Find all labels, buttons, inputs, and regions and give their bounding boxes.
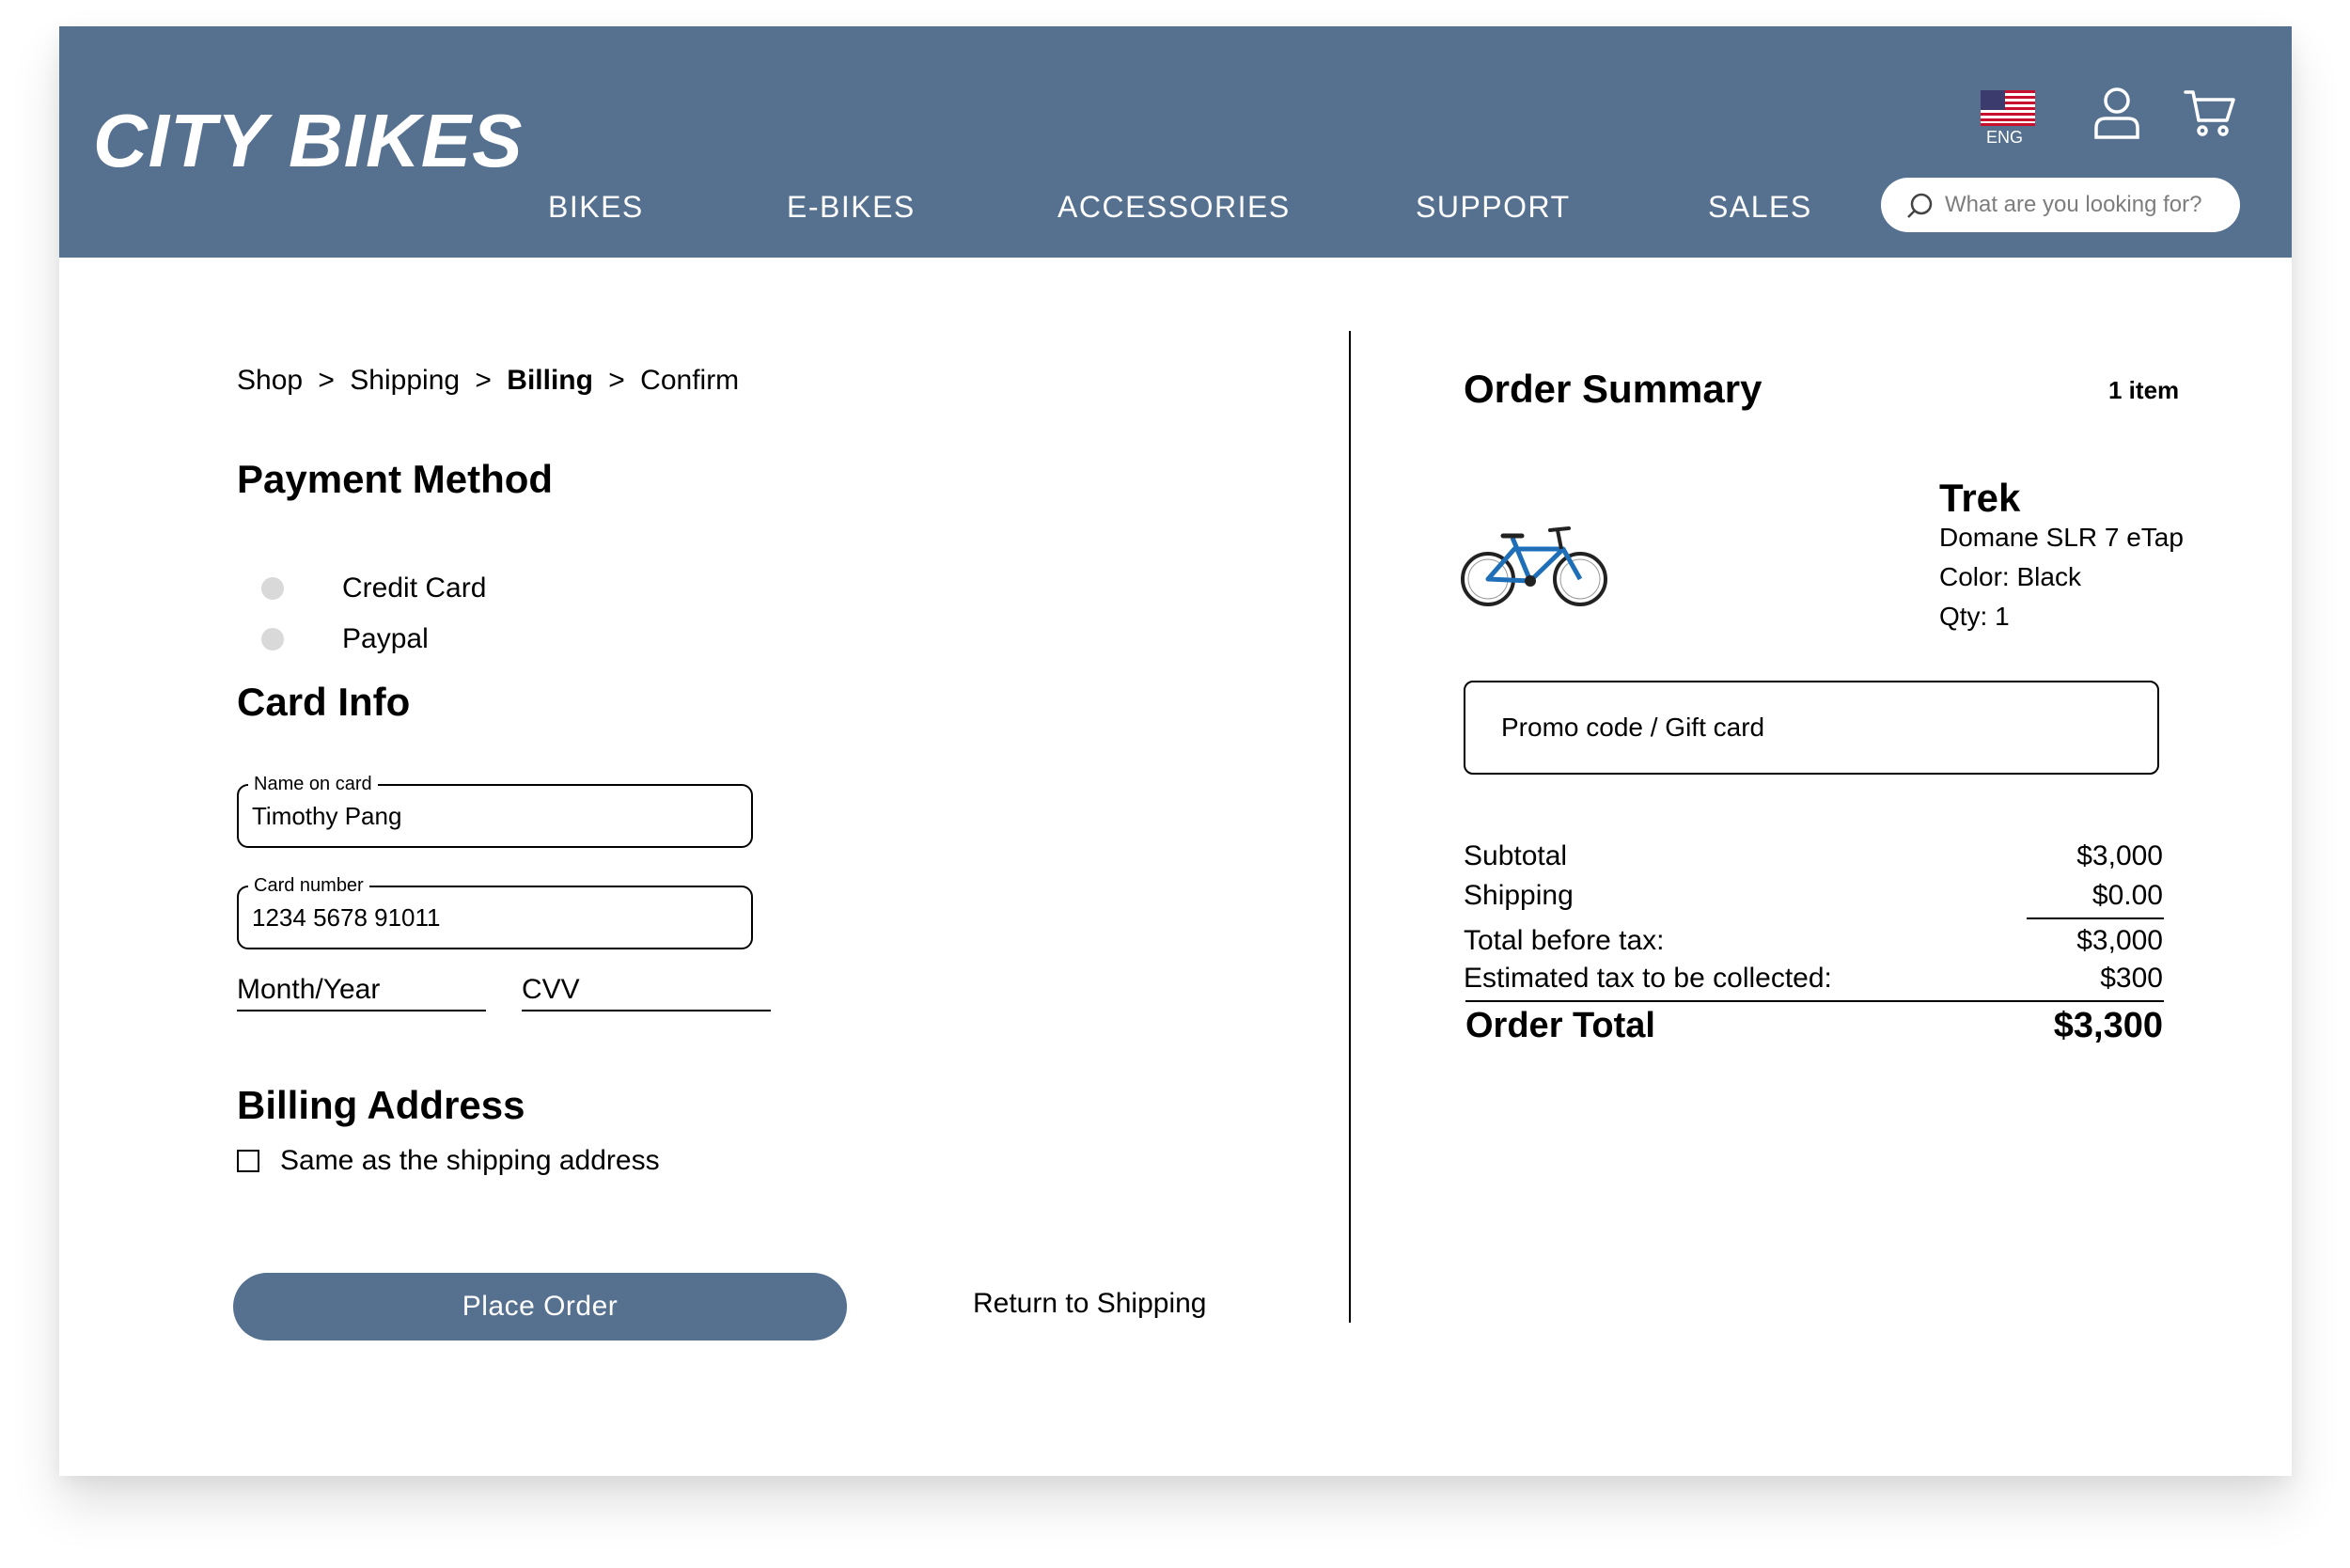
nav-accessories[interactable]: ACCESSORIES <box>1058 190 1291 225</box>
month-year-field[interactable]: Month/Year <box>237 970 486 1011</box>
breadcrumb: Shop > Shipping > Billing > Confirm <box>237 365 746 397</box>
breadcrumb-shipping[interactable]: Shipping <box>350 365 460 396</box>
same-as-shipping-checkbox[interactable] <box>237 1150 259 1172</box>
item-count: 1 item <box>2108 376 2180 404</box>
place-order-button[interactable]: Place Order <box>233 1273 847 1341</box>
order-total-label: Order Total <box>1465 1006 1655 1045</box>
payment-option-paypal[interactable]: Paypal <box>261 620 429 658</box>
column-divider <box>1349 331 1351 1323</box>
subtotal-label: Subtotal <box>1464 840 1568 871</box>
search-input[interactable]: What are you looking for? <box>1881 178 2240 232</box>
billing-address-title: Billing Address <box>237 1083 525 1127</box>
paypal-radio[interactable] <box>261 628 284 651</box>
shipping-value: $0.00 <box>2092 880 2163 911</box>
credit-card-label: Credit Card <box>342 572 487 604</box>
card-number-label: Card number <box>248 875 369 897</box>
breadcrumb-shop[interactable]: Shop <box>237 365 303 396</box>
cart-icon[interactable] <box>2184 88 2236 139</box>
credit-card-radio[interactable] <box>261 577 284 600</box>
product-model: Domane SLR 7 eTap <box>1939 523 2184 552</box>
cvv-placeholder: CVV <box>522 974 580 1005</box>
subtotal-rule <box>2027 917 2164 919</box>
product-brand: Trek <box>1939 476 2021 520</box>
site-logo[interactable]: CITY BIKES <box>93 98 524 184</box>
same-as-shipping-option[interactable]: Same as the shipping address <box>237 1145 660 1177</box>
total-before-tax-label: Total before tax: <box>1464 925 1665 956</box>
breadcrumb-billing: Billing <box>507 365 593 396</box>
breadcrumb-separator: > <box>475 365 492 396</box>
cvv-field[interactable]: CVV <box>522 970 771 1011</box>
order-summary-title: Order Summary <box>1464 367 1762 411</box>
total-before-tax-value: $3,000 <box>2076 925 2163 956</box>
us-flag-icon[interactable] <box>1981 90 2035 126</box>
month-year-placeholder: Month/Year <box>237 974 381 1005</box>
breadcrumb-confirm[interactable]: Confirm <box>640 365 739 396</box>
search-placeholder: What are you looking for? <box>1945 192 2202 217</box>
breadcrumb-separator: > <box>608 365 625 396</box>
paypal-label: Paypal <box>342 623 429 654</box>
card-number-input[interactable] <box>252 903 722 933</box>
same-as-shipping-label: Same as the shipping address <box>280 1145 660 1176</box>
total-rule <box>1465 1000 2164 1002</box>
site-header: CITY BIKES BIKES E-BIKES ACCESSORIES SUP… <box>59 26 2292 258</box>
order-total-value: $3,300 <box>2053 1006 2163 1045</box>
estimated-tax-label: Estimated tax to be collected: <box>1464 963 1832 994</box>
name-on-card-label: Name on card <box>248 774 378 795</box>
card-info-title: Card Info <box>237 680 411 724</box>
return-to-shipping-link[interactable]: Return to Shipping <box>973 1288 1207 1320</box>
name-on-card-field[interactable]: Name on card <box>237 774 753 848</box>
nav-sales[interactable]: SALES <box>1708 190 1812 225</box>
promo-code-input[interactable]: Promo code / Gift card <box>1464 681 2159 775</box>
breadcrumb-separator: > <box>318 365 335 396</box>
user-icon[interactable] <box>2093 86 2140 139</box>
payment-method-title: Payment Method <box>237 457 554 501</box>
shipping-label: Shipping <box>1464 880 1574 911</box>
nav-bikes[interactable]: BIKES <box>548 190 644 225</box>
subtotal-value: $3,000 <box>2076 840 2163 871</box>
card-number-field[interactable]: Card number <box>237 875 753 949</box>
nav-e-bikes[interactable]: E-BIKES <box>787 190 916 225</box>
nav-support[interactable]: SUPPORT <box>1416 190 1571 225</box>
name-on-card-input[interactable] <box>252 802 722 831</box>
bike-product-image <box>1461 526 1607 606</box>
product-color: Color: Black <box>1939 562 2081 591</box>
language-label[interactable]: ENG <box>1986 128 2023 148</box>
payment-option-credit-card[interactable]: Credit Card <box>261 570 486 607</box>
product-qty: Qty: 1 <box>1939 602 2010 631</box>
promo-code-placeholder: Promo code / Gift card <box>1501 713 1765 742</box>
search-icon <box>1907 193 1933 218</box>
estimated-tax-value: $300 <box>2100 963 2163 994</box>
checkout-window: CITY BIKES BIKES E-BIKES ACCESSORIES SUP… <box>59 26 2292 1476</box>
